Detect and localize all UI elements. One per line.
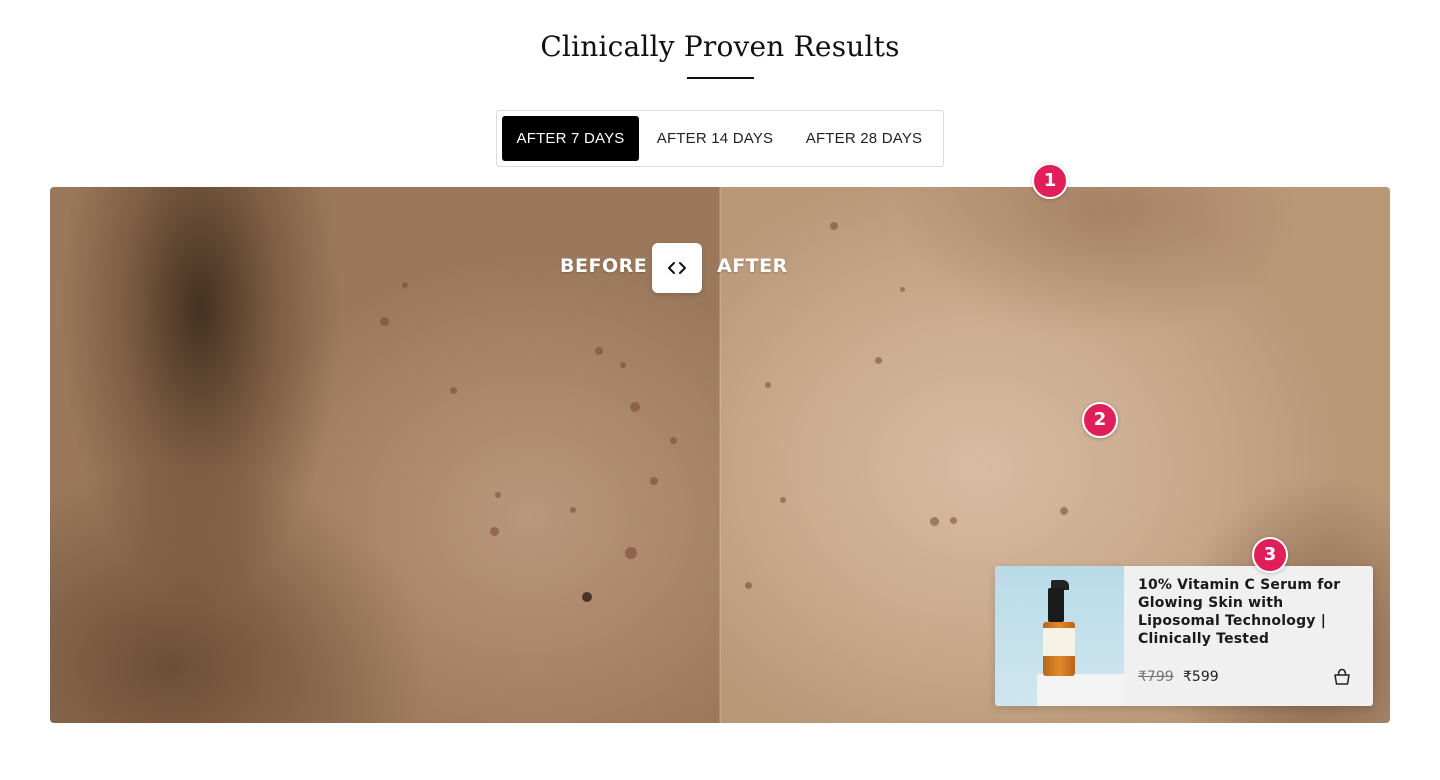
hotspot-1[interactable]: 1 (1032, 163, 1068, 199)
comparison-slider-handle[interactable] (652, 243, 702, 293)
tab-after-28-days[interactable]: AFTER 28 DAYS (793, 116, 935, 161)
title-underline (687, 77, 754, 79)
product-title[interactable]: 10% Vitamin C Serum for Glowing Skin wit… (1138, 576, 1360, 648)
tab-after-14-days[interactable]: AFTER 14 DAYS (647, 116, 783, 161)
shopping-basket-icon (1334, 668, 1350, 685)
tab-after-7-days[interactable]: AFTER 7 DAYS (502, 116, 639, 161)
after-label: AFTER (717, 255, 788, 277)
duration-tabs: AFTER 7 DAYS AFTER 14 DAYS AFTER 28 DAYS (496, 110, 944, 167)
bottle-label (1043, 628, 1075, 656)
code-arrows-icon (668, 262, 686, 274)
add-to-cart-button[interactable] (1331, 666, 1353, 688)
pedestal (1037, 674, 1124, 706)
section-title: Clinically Proven Results (540, 30, 900, 63)
price-current: ₹599 (1183, 669, 1219, 685)
hotspot-2[interactable]: 2 (1082, 402, 1118, 438)
before-label: BEFORE (560, 255, 648, 277)
bottle-cap (1048, 588, 1064, 622)
product-card[interactable]: 10% Vitamin C Serum for Glowing Skin wit… (995, 566, 1373, 706)
hotspot-3[interactable]: 3 (1252, 537, 1288, 573)
product-image (995, 566, 1124, 706)
price-original: ₹799 (1138, 669, 1174, 685)
